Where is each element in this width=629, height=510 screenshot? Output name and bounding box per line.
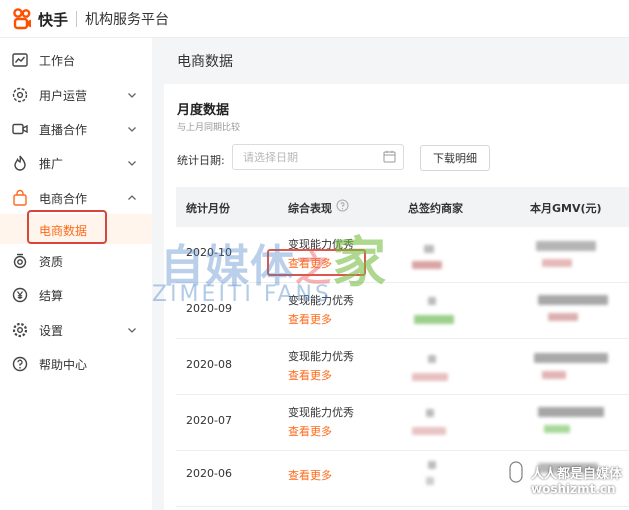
highlight-box bbox=[27, 210, 107, 244]
redacted-block bbox=[548, 313, 578, 321]
calendar-icon[interactable] bbox=[383, 150, 396, 163]
sidebar-item-help-center[interactable]: 帮助中心 bbox=[0, 350, 152, 378]
user-gear-icon bbox=[12, 87, 28, 103]
page-title: 电商数据 bbox=[177, 54, 233, 70]
video-camera-icon bbox=[12, 123, 28, 135]
redacted-block bbox=[424, 245, 434, 253]
column-header-performance: 综合表现 bbox=[288, 202, 332, 215]
redacted-block bbox=[428, 461, 436, 469]
redacted-block bbox=[428, 297, 436, 305]
month-cell: 2020-08 bbox=[186, 358, 232, 371]
kuaishou-logo-icon bbox=[13, 8, 31, 30]
sidebar-subitem-ecommerce-data[interactable]: 电商数据 bbox=[0, 210, 152, 244]
watermark-site-title: 人人都是自媒体 bbox=[531, 467, 623, 482]
platform-title: 机构服务平台 bbox=[85, 12, 170, 28]
badge-icon bbox=[13, 253, 27, 269]
gear-icon bbox=[12, 322, 28, 338]
view-more-link[interactable]: 查看更多 bbox=[288, 367, 332, 383]
chevron-down-icon bbox=[128, 161, 136, 166]
sidebar-item-label: 设置 bbox=[39, 324, 64, 338]
month-cell: 2020-07 bbox=[186, 414, 232, 427]
sidebar-item-label: 帮助中心 bbox=[39, 358, 88, 372]
yen-icon bbox=[12, 287, 28, 303]
sidebar-item-user-operations[interactable]: 用户运营 bbox=[0, 81, 152, 109]
column-header-merchants: 总签约商家 bbox=[408, 202, 463, 215]
redacted-block bbox=[542, 259, 572, 267]
performance-cell: 变现能力优秀 bbox=[288, 350, 354, 363]
view-more-link[interactable]: 查看更多 bbox=[288, 467, 332, 483]
month-cell: 2020-06 bbox=[186, 467, 232, 480]
card-title: 月度数据 bbox=[177, 103, 230, 118]
column-header-gmv: 本月GMV(元) bbox=[530, 202, 602, 215]
sidebar-item-label: 推广 bbox=[39, 157, 64, 171]
redacted-block bbox=[412, 373, 448, 381]
top-bar: 快手 机构服务平台 bbox=[0, 0, 629, 38]
redacted-block bbox=[536, 241, 596, 251]
date-label: 统计日期: bbox=[177, 154, 225, 167]
redacted-block bbox=[534, 353, 608, 363]
sidebar-item-workbench[interactable]: 工作台 bbox=[0, 46, 152, 74]
watermark-brand-en: ZIMEITI FANS bbox=[152, 282, 332, 307]
watermark-site-url: woshizmt.cn bbox=[531, 482, 616, 496]
microphone-icon bbox=[506, 461, 526, 494]
help-circle-icon[interactable] bbox=[336, 199, 349, 212]
question-circle-icon bbox=[12, 356, 28, 372]
chevron-up-icon bbox=[128, 195, 136, 200]
download-details-button[interactable]: 下载明细 bbox=[420, 145, 490, 171]
sidebar-item-label: 资质 bbox=[39, 255, 64, 269]
sidebar-item-ecommerce[interactable]: 电商合作 bbox=[0, 184, 152, 212]
redacted-block bbox=[538, 295, 608, 305]
redacted-block bbox=[412, 427, 446, 435]
redacted-block bbox=[538, 407, 604, 417]
column-header-month: 统计月份 bbox=[186, 202, 230, 215]
sidebar-item-label: 结算 bbox=[39, 289, 64, 303]
sidebar-item-settlement[interactable]: 结算 bbox=[0, 281, 152, 309]
redacted-block bbox=[412, 261, 442, 269]
brand[interactable]: 快手 机构服务平台 bbox=[12, 7, 169, 31]
header-divider bbox=[76, 11, 78, 27]
flame-icon bbox=[14, 155, 26, 171]
redacted-block bbox=[414, 315, 454, 324]
sidebar-item-settings[interactable]: 设置 bbox=[0, 316, 152, 344]
table-row: 2020-07 变现能力优秀 查看更多 bbox=[176, 395, 629, 451]
sidebar: 工作台 用户运营 直播合作 推广 电商合作 电商数据 资质 结算 设置 帮助中心 bbox=[0, 38, 152, 510]
redacted-block bbox=[426, 477, 434, 485]
sidebar-item-label: 用户运营 bbox=[39, 89, 88, 103]
table-row: 2020-08 变现能力优秀 查看更多 bbox=[176, 339, 629, 395]
sidebar-item-qualification[interactable]: 资质 bbox=[0, 247, 152, 275]
card-subtitle: 与上月同期比较 bbox=[177, 123, 241, 133]
shopping-bag-icon bbox=[13, 189, 27, 206]
sidebar-item-label: 电商合作 bbox=[39, 192, 88, 206]
view-more-link[interactable]: 查看更多 bbox=[288, 311, 332, 327]
logo-text: 快手 bbox=[38, 10, 69, 29]
date-picker-input[interactable] bbox=[232, 144, 404, 170]
redacted-block bbox=[544, 425, 570, 433]
redacted-block bbox=[428, 355, 436, 363]
performance-cell: 变现能力优秀 bbox=[288, 406, 354, 419]
chart-line-icon bbox=[12, 53, 28, 67]
redacted-block bbox=[542, 371, 566, 379]
sidebar-item-label: 工作台 bbox=[39, 54, 76, 68]
view-more-link[interactable]: 查看更多 bbox=[288, 423, 332, 439]
redacted-block bbox=[426, 409, 434, 417]
chevron-down-icon bbox=[128, 328, 136, 333]
chevron-down-icon bbox=[128, 127, 136, 132]
sidebar-item-promotion[interactable]: 推广 bbox=[0, 149, 152, 177]
sidebar-item-live-cooperation[interactable]: 直播合作 bbox=[0, 115, 152, 143]
chevron-down-icon bbox=[128, 93, 136, 98]
sidebar-item-label: 直播合作 bbox=[39, 123, 88, 137]
